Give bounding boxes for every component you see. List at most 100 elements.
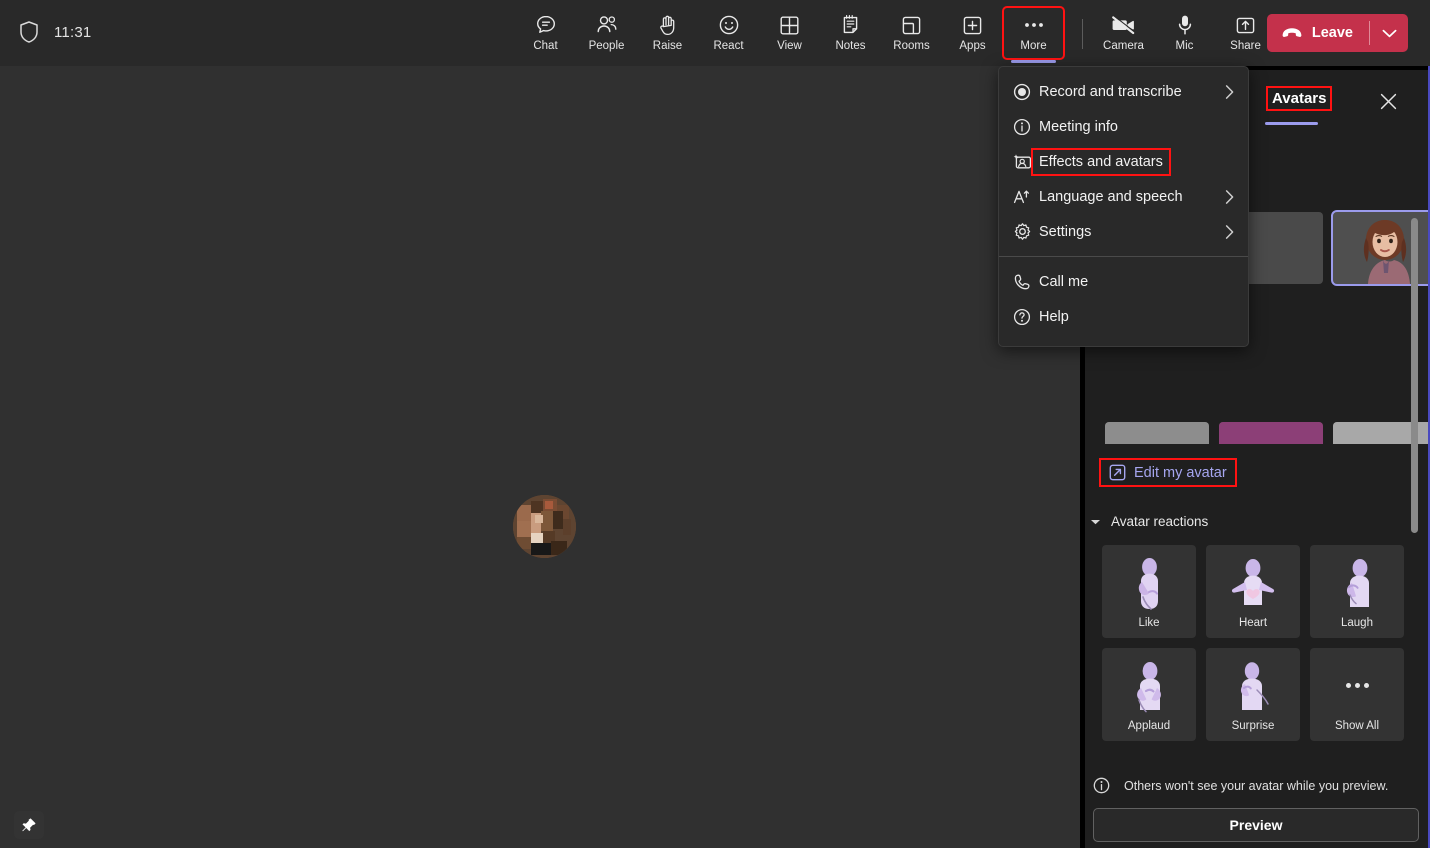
tab-avatars[interactable]: Avatars (1265, 86, 1333, 111)
toolbar-label-camera: Camera (1103, 40, 1144, 52)
info-icon (1093, 777, 1110, 794)
menu-item-settings[interactable]: Settings (999, 214, 1248, 249)
toolbar-divider (1082, 19, 1083, 49)
record-icon (1013, 83, 1039, 101)
menu-item-call-me[interactable]: Call me (999, 264, 1248, 299)
toolbar-button-more[interactable]: More (1002, 6, 1065, 63)
edit-my-avatar-link[interactable]: Edit my avatar (1099, 458, 1237, 487)
chat-icon (535, 13, 557, 37)
meeting-toolbar: 11:31 Chat People Raise React View Notes… (0, 0, 1430, 66)
toolbar-button-rooms[interactable]: Rooms (881, 7, 942, 59)
tab-active-underline (1265, 122, 1318, 125)
security-indicator: 11:31 (18, 20, 91, 44)
preview-info-note: Others won't see your avatar while you p… (1093, 777, 1388, 794)
caret-down-icon (1090, 518, 1101, 526)
menu-item-language-and-speech[interactable]: Language and speech (999, 179, 1248, 214)
toolbar-button-people[interactable]: People (576, 7, 637, 59)
chevron-down-icon (1382, 29, 1397, 38)
avatar-thumbnail-row-partial (1105, 422, 1430, 444)
apps-plus-icon (962, 13, 983, 37)
leave-button[interactable]: Leave (1267, 14, 1369, 52)
gear-icon (1013, 222, 1039, 241)
menu-divider (999, 256, 1248, 257)
reaction-tile-surprise[interactable]: Surprise (1206, 648, 1300, 741)
menu-label: Language and speech (1039, 188, 1183, 205)
more-active-underline (1011, 60, 1056, 63)
panel-close-button[interactable] (1373, 86, 1403, 116)
toolbar-button-raise[interactable]: Raise (637, 7, 698, 59)
avatar-option-tile[interactable] (1105, 422, 1209, 444)
menu-label: Help (1039, 308, 1069, 325)
reaction-label: Show All (1334, 719, 1380, 732)
open-external-icon (1109, 464, 1126, 481)
avatar-applaud-figure (1127, 658, 1171, 714)
toolbar-button-react[interactable]: React (698, 7, 759, 59)
menu-item-record-and-transcribe[interactable]: Record and transcribe (999, 74, 1248, 109)
avatar-heart-figure (1226, 555, 1280, 611)
reaction-label: Applaud (1127, 719, 1171, 732)
menu-item-help[interactable]: Help (999, 299, 1248, 334)
menu-item-effects-and-avatars[interactable]: Effects and avatars (999, 144, 1248, 179)
reaction-tile-show-all[interactable]: Show All (1310, 648, 1404, 741)
view-grid-icon (779, 13, 800, 37)
avatar-reactions-section-header[interactable]: Avatar reactions (1090, 514, 1208, 529)
reaction-label: Heart (1238, 616, 1268, 629)
mic-icon (1177, 13, 1193, 37)
phone-icon (1013, 273, 1039, 291)
shield-icon (18, 20, 40, 44)
toolbar-button-view[interactable]: View (759, 7, 820, 59)
menu-label: Meeting info (1039, 118, 1118, 135)
avatar-surprise-figure (1231, 658, 1275, 714)
more-ellipsis-icon (1023, 13, 1045, 37)
language-icon (1013, 188, 1039, 206)
meeting-clock: 11:31 (54, 23, 92, 41)
meeting-stage (0, 66, 1080, 848)
toolbar-label-mic: Mic (1175, 40, 1194, 52)
participant-avatar[interactable] (513, 495, 576, 558)
avatar-option-tile[interactable] (1219, 422, 1323, 444)
reaction-tile-heart[interactable]: Heart (1206, 545, 1300, 638)
people-icon (595, 13, 619, 37)
reaction-label: Like (1138, 616, 1160, 629)
edit-my-avatar-label: Edit my avatar (1134, 464, 1227, 481)
preview-info-text: Others won't see your avatar while you p… (1124, 778, 1389, 793)
leave-meeting-control: Leave (1266, 14, 1408, 52)
toolbar-button-camera[interactable]: Camera (1093, 7, 1154, 59)
preview-button-label: Preview (1229, 817, 1283, 833)
info-icon (1013, 118, 1039, 136)
avatar-reactions-grid: Like Heart Laugh Applaud Surprise Show A… (1102, 545, 1404, 741)
reaction-label: Surprise (1231, 719, 1275, 732)
toolbar-label-more: More (1020, 40, 1047, 52)
preview-button[interactable]: Preview (1093, 808, 1419, 842)
menu-label: Call me (1039, 273, 1089, 290)
raise-hand-icon (658, 13, 678, 37)
toolbar-label-chat: Chat (533, 40, 558, 52)
reaction-tile-laugh[interactable]: Laugh (1310, 545, 1404, 638)
menu-item-meeting-info[interactable]: Meeting info (999, 109, 1248, 144)
more-options-menu: Record and transcribe Meeting info Effec… (998, 66, 1249, 347)
share-up-arrow-icon (1235, 13, 1256, 37)
toolbar-button-chat[interactable]: Chat (515, 7, 576, 59)
reaction-tile-like[interactable]: Like (1102, 545, 1196, 638)
rooms-icon (901, 13, 922, 37)
leave-button-label: Leave (1311, 25, 1353, 41)
toolbar-button-notes[interactable]: Notes (820, 7, 881, 59)
toolbar-button-apps[interactable]: Apps (942, 7, 1003, 59)
toolbar-label-people: People (588, 40, 625, 52)
pin-button[interactable] (14, 811, 44, 839)
toolbar-label-raise: Raise (652, 40, 683, 52)
toolbar-button-mic[interactable]: Mic (1154, 7, 1215, 59)
toolbar-label-react: React (713, 40, 744, 52)
panel-scrollbar[interactable] (1411, 218, 1418, 533)
toolbar-main-group: Chat People Raise React View Notes Rooms… (515, 6, 1065, 63)
chevron-right-icon (1225, 189, 1234, 204)
toolbar-label-apps: Apps (959, 40, 986, 52)
leave-dropdown-button[interactable] (1370, 14, 1408, 52)
chevron-right-icon (1225, 84, 1234, 99)
react-smiley-icon (718, 13, 740, 37)
reaction-tile-applaud[interactable]: Applaud (1102, 648, 1196, 741)
toolbar-right-group: Camera Mic Share (1072, 7, 1276, 59)
avatar-laugh-figure (1336, 555, 1378, 611)
reaction-label: Laugh (1341, 616, 1373, 629)
toolbar-label-rooms: Rooms (893, 40, 930, 52)
